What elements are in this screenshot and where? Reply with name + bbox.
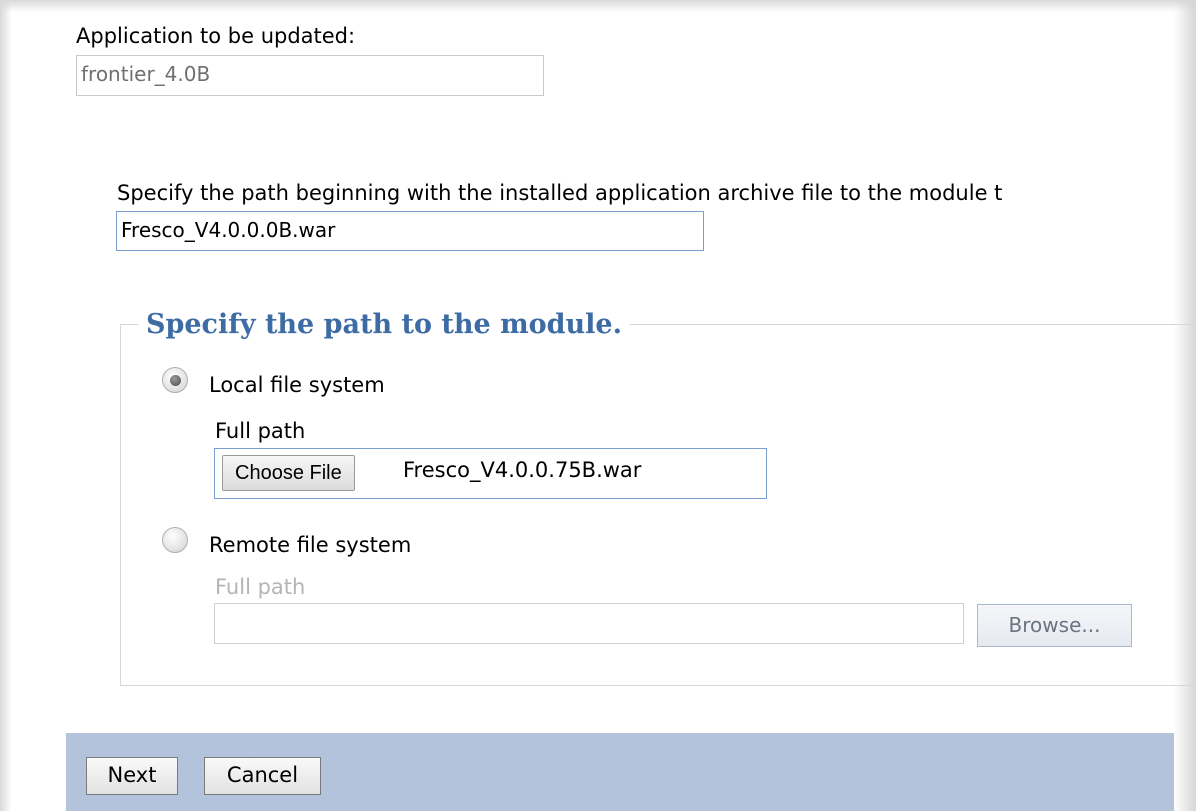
remote-file-system-radio[interactable] [162,527,188,553]
module-path-input[interactable]: Fresco_V4.0.0.0B.war [116,211,704,251]
module-path-legend: Specify the path to the module. [138,309,630,340]
path-instruction: Specify the path beginning with the inst… [117,181,1003,205]
chosen-file-name: Fresco_V4.0.0.75B.war [403,458,642,482]
application-field: frontier_4.0B [76,55,544,96]
next-button[interactable]: Next [86,757,178,795]
page-frame: Application to be updated: frontier_4.0B… [0,0,1196,811]
local-file-system-label[interactable]: Local file system [209,373,385,397]
local-full-path-label: Full path [215,419,306,443]
remote-full-path-label: Full path [215,575,306,599]
radio-selected-dot [170,375,181,386]
choose-file-button[interactable]: Choose File [222,455,355,491]
local-file-input[interactable]: Choose File Fresco_V4.0.0.75B.war [214,448,767,499]
application-label: Application to be updated: [76,24,356,48]
local-file-system-radio[interactable] [162,367,188,393]
remote-path-input[interactable] [214,603,964,644]
remote-file-system-label[interactable]: Remote file system [209,533,411,557]
left-shadow [0,0,12,811]
cancel-button[interactable]: Cancel [204,757,321,795]
top-shadow [0,0,1196,12]
browse-button[interactable]: Browse... [977,604,1132,647]
